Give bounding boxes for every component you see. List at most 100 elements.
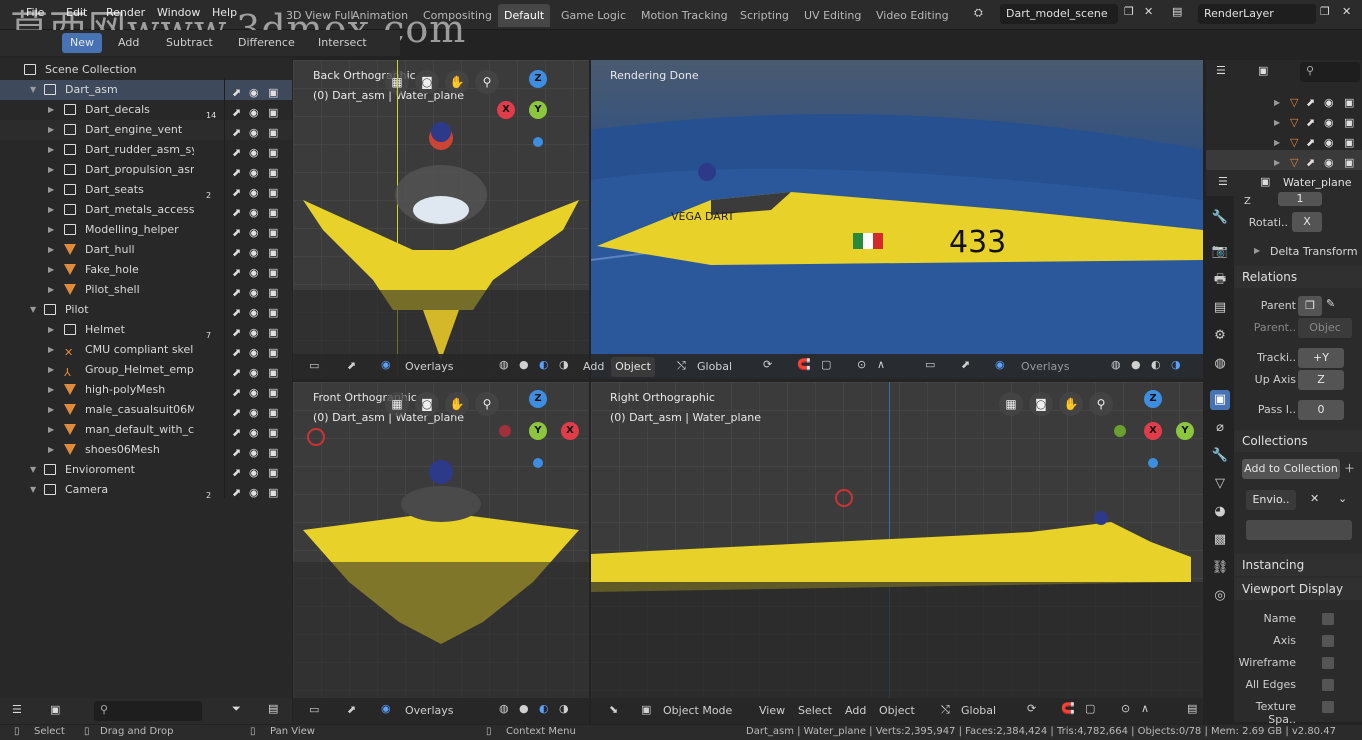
viewport-display-section[interactable]: Viewport Display bbox=[1234, 578, 1362, 600]
add-menu[interactable]: Add bbox=[845, 704, 866, 717]
up-axis-dropdown[interactable]: Z bbox=[1298, 370, 1344, 390]
view-menu[interactable]: View bbox=[759, 704, 785, 717]
subtract-mode-button[interactable]: Subtract bbox=[166, 36, 213, 49]
delta-transform-section[interactable]: Delta Transform bbox=[1270, 245, 1358, 258]
mini-outliner-row[interactable]: ▶ ▽ ⬈ ◉ ▣ bbox=[1206, 150, 1362, 170]
close-scene-icon[interactable]: ✕ bbox=[1144, 5, 1153, 18]
display-axis-checkbox[interactable] bbox=[1322, 635, 1334, 647]
collection-name-field[interactable]: Envio.. bbox=[1246, 490, 1296, 510]
object-tab-icon[interactable]: ▣ bbox=[1210, 390, 1230, 410]
outliner-search-input[interactable] bbox=[94, 701, 202, 721]
shading-material-icon-2[interactable]: ◐ bbox=[1151, 358, 1161, 371]
overlays-dropdown-2[interactable]: Overlays bbox=[1021, 360, 1070, 373]
copy-view-layer-icon[interactable]: ❐ bbox=[1320, 5, 1330, 18]
outliner-row[interactable]: ▼ Dart_asm ⬈ ◉ ▣ bbox=[0, 80, 292, 100]
outliner-row[interactable]: ▼ Pilot ⬈ ◉ ▣ bbox=[0, 300, 292, 320]
add-collection-icon[interactable]: ＋ bbox=[1344, 460, 1355, 476]
display-mode-icon-5[interactable]: ▣ bbox=[1258, 64, 1268, 77]
select-tool-icon-2[interactable]: ⬈ bbox=[961, 358, 970, 371]
outliner-row[interactable]: ▶ Dart_propulsion_asm ⬈ ◉ ▣ bbox=[0, 160, 292, 180]
disclosure-icon[interactable]: ▶ bbox=[48, 400, 54, 420]
display-mode-icon[interactable]: ▣ bbox=[50, 703, 60, 716]
parent-type-dropdown[interactable]: Objec bbox=[1298, 318, 1352, 338]
snap-target-icon[interactable]: ▢ bbox=[821, 358, 831, 371]
disclosure-icon[interactable]: ▶ bbox=[48, 200, 54, 220]
shading-render-icon-2[interactable]: ◑ bbox=[1171, 358, 1181, 371]
intersect-mode-button[interactable]: Intersect bbox=[318, 36, 367, 49]
snap-icon-4[interactable]: 🧲 bbox=[1061, 702, 1075, 715]
rotation-mode-dropdown[interactable]: X bbox=[1292, 212, 1322, 232]
scene-selector[interactable]: Dart_model_scene bbox=[1000, 4, 1118, 24]
outliner-row[interactable]: ▶ Helmet 7 ⬈ ◉ ▣ bbox=[0, 320, 292, 340]
shading-solid-icon[interactable]: ● bbox=[519, 358, 529, 371]
collection-offset-field[interactable] bbox=[1246, 520, 1352, 540]
modifier-tab-icon[interactable]: ⌀ bbox=[1210, 418, 1230, 438]
shading-wire-icon-2[interactable]: ◍ bbox=[1111, 358, 1121, 371]
select-menu[interactable]: Select bbox=[798, 704, 832, 717]
particles-tab-icon[interactable]: ◎ bbox=[1210, 586, 1230, 606]
object-mode-dropdown[interactable]: Object Mode bbox=[663, 704, 732, 717]
add-to-collection-button[interactable]: Add to Collection bbox=[1242, 459, 1340, 479]
editor-type-icon[interactable]: ▭ bbox=[309, 359, 319, 372]
tab-scripting[interactable]: Scripting bbox=[734, 4, 795, 27]
outliner-row[interactable]: ▶ Dart_hull ⬈ ◉ ▣ bbox=[0, 240, 292, 260]
outliner-row[interactable]: ▶ Dart_seats 2 ⬈ ◉ ▣ bbox=[0, 180, 292, 200]
display-wireframe-checkbox[interactable] bbox=[1322, 657, 1334, 669]
proportional-edit-icon[interactable]: ⊙ bbox=[857, 358, 866, 371]
add-menu-partial[interactable]: Add bbox=[583, 360, 604, 373]
display-name-checkbox[interactable] bbox=[1322, 613, 1334, 625]
overlay-toggle-icon[interactable]: ◉ bbox=[381, 358, 391, 371]
editor-type-icon-3[interactable]: ▭ bbox=[309, 703, 319, 716]
falloff-icon-4[interactable]: ∧ bbox=[1141, 702, 1149, 715]
display-all-edges-checkbox[interactable] bbox=[1322, 679, 1334, 691]
outliner-row[interactable]: ▶ Dart_rudder_asm_sys ⬈ ◉ ▣ bbox=[0, 140, 292, 160]
object-menu[interactable]: Object bbox=[879, 704, 915, 717]
disclosure-icon[interactable]: ▶ bbox=[48, 320, 54, 340]
disclosure-icon[interactable]: ▶ bbox=[48, 260, 54, 280]
shading-render-icon[interactable]: ◑ bbox=[559, 358, 569, 371]
view-layer-selector[interactable]: RenderLayer bbox=[1198, 4, 1316, 24]
parent-field[interactable]: ❐ bbox=[1298, 296, 1322, 316]
overlays-dropdown[interactable]: Overlays bbox=[405, 360, 454, 373]
disclosure-icon[interactable]: ▶ bbox=[48, 120, 54, 140]
select-tool-icon-3[interactable]: ⬈ bbox=[347, 703, 356, 716]
editor-type-icon-5[interactable]: ☰ bbox=[1216, 64, 1226, 77]
viewport-back[interactable]: Back Orthographic (0) Dart_asm | Water_p… bbox=[293, 60, 589, 378]
transform-orientation-icon-4[interactable]: ⤭ bbox=[941, 703, 950, 717]
constraints-tab-icon[interactable]: ⛓ bbox=[1210, 558, 1230, 578]
overlay-toggle-icon-2[interactable]: ◉ bbox=[995, 358, 1005, 371]
shading-render-icon-3[interactable]: ◑ bbox=[559, 702, 569, 715]
shading-solid-icon-2[interactable]: ● bbox=[1131, 358, 1141, 371]
outliner-row[interactable]: ▶✕CMU compliant skeleton⬈◉▣ bbox=[0, 340, 292, 360]
editor-type-icon-6[interactable]: ☰ bbox=[1218, 175, 1228, 188]
editor-type-icon-2[interactable]: ▭ bbox=[925, 358, 935, 371]
disclosure-icon[interactable]: ▶ bbox=[48, 220, 54, 240]
viewport-front[interactable]: Front Orthographic (0) Dart_asm | Water_… bbox=[293, 382, 589, 698]
shading-wire-icon-3[interactable]: ◍ bbox=[499, 702, 509, 715]
proportional-edit-icon-4[interactable]: ⊙ bbox=[1121, 702, 1130, 715]
remove-collection-icon[interactable]: ✕ bbox=[1310, 492, 1319, 505]
tab-default[interactable]: Default bbox=[498, 4, 551, 27]
instancing-section[interactable]: Instancing bbox=[1234, 554, 1362, 576]
physics-tab-icon[interactable]: 🔧 bbox=[1210, 446, 1230, 466]
copy-scene-icon[interactable]: ❐ bbox=[1124, 5, 1134, 18]
editor-type-icon-4[interactable]: ⬊ bbox=[609, 703, 618, 716]
shading-solid-icon-3[interactable]: ● bbox=[519, 702, 529, 715]
orientation-global-dropdown[interactable]: Global bbox=[697, 360, 732, 373]
texture-tab-icon[interactable]: ▩ bbox=[1210, 530, 1230, 550]
viewport-render[interactable]: Rendering Done VEGA DART 433 bbox=[591, 60, 1203, 378]
overlays-dropdown-3[interactable]: Overlays bbox=[405, 704, 454, 717]
pivot-icon-4[interactable]: ⟳ bbox=[1027, 702, 1036, 715]
output-tab-icon[interactable]: 🖶 bbox=[1210, 270, 1230, 290]
texture-space-checkbox[interactable] bbox=[1322, 701, 1334, 713]
outliner-row[interactable]: ▶ Fake_hole ⬈ ◉ ▣ bbox=[0, 260, 292, 280]
outliner-row[interactable]: ▶ Pilot_shell ⬈ ◉ ▣ bbox=[0, 280, 292, 300]
disclosure-icon[interactable]: ▼ bbox=[30, 460, 36, 480]
outliner-row[interactable]: ▶ shoes06Mesh ⬈ ◉ ▣ bbox=[0, 440, 292, 460]
scene-icon[interactable]: ⛭ bbox=[974, 6, 983, 20]
scale-z-field[interactable]: 1 bbox=[1278, 192, 1322, 206]
viewport-right[interactable]: Right Orthographic (0) Dart_asm | Water_… bbox=[591, 382, 1203, 698]
disclosure-icon[interactable]: ▶ bbox=[48, 420, 54, 440]
overlay-toggle-icon-3[interactable]: ◉ bbox=[381, 702, 391, 715]
object-menu-button[interactable]: Object bbox=[611, 357, 655, 377]
